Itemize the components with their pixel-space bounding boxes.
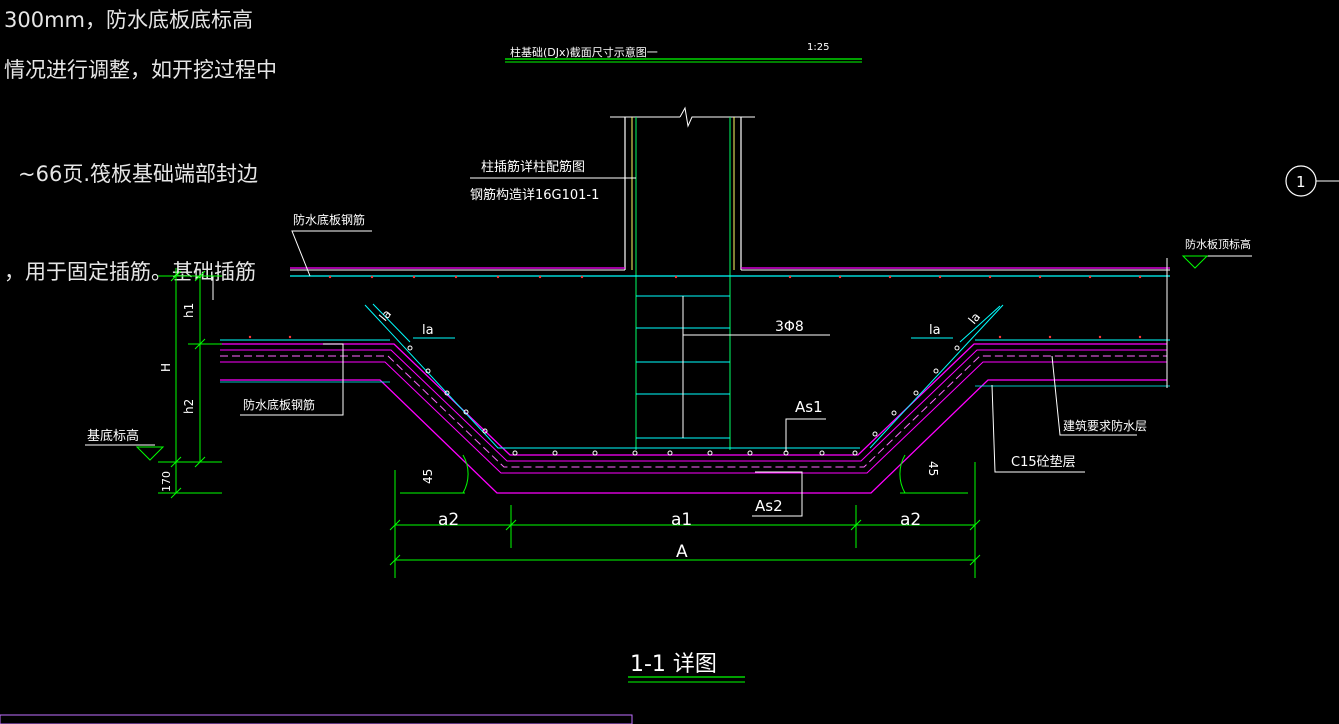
dim-170: 170 — [160, 471, 173, 492]
la-left-label: la — [422, 323, 434, 338]
leader-lines — [85, 177, 1252, 517]
raft-slab — [220, 267, 1170, 341]
axis-bubble-number: 1 — [1296, 173, 1306, 191]
raft-top-elevation-label: 防水板顶标高 — [1185, 237, 1251, 251]
raft-rebar-left-label: 防水底板钢筋 — [243, 397, 315, 412]
as2-label: As2 — [755, 497, 783, 515]
base-elevation-label: 基底标高 — [87, 428, 139, 444]
dim-a2-right: a2 — [900, 510, 921, 530]
waterproof-label: 建筑要求防水层 — [1063, 418, 1147, 433]
la-right-label: la — [929, 323, 941, 338]
dim-a1: a1 — [671, 510, 692, 530]
raft-rebar-top-label: 防水底板钢筋 — [293, 212, 365, 227]
angle-left-label: 45 — [421, 469, 435, 484]
dim-h1: h1 — [182, 303, 196, 318]
dim-a2-left: a2 — [438, 510, 459, 530]
cushion-label: C15砼垫层 — [1011, 454, 1076, 470]
angle-right-label: 45 — [926, 461, 940, 476]
foundation-section-drawing: 柱基础(DJx)截面尺寸示意图一 1:25 1 柱插筋详柱配筋图 钢筋构造详16… — [0, 42, 1339, 724]
column-note-1: 柱插筋详柱配筋图 — [481, 159, 585, 175]
as1-label: As1 — [795, 398, 823, 416]
layout-tab-strip[interactable] — [0, 714, 633, 724]
column — [290, 106, 1170, 450]
la-lines — [372, 303, 1001, 343]
la-left-diag-label: la — [377, 307, 395, 324]
elevation-mark-right — [1181, 255, 1209, 269]
la-right-diag-label: la — [966, 310, 984, 327]
stirrup-label: 3Φ8 — [775, 319, 804, 335]
dimensions — [158, 268, 981, 578]
header-title: 柱基础(DJx)截面尺寸示意图一 — [510, 45, 658, 59]
dim-h2: h2 — [182, 399, 196, 414]
column-note-2: 钢筋构造详16G101-1 — [470, 187, 599, 203]
dim-A: A — [676, 542, 688, 562]
footer-title: 1-1 详图 — [630, 652, 717, 677]
elevation-mark-left — [135, 446, 165, 461]
header-scale: 1:25 — [807, 42, 829, 53]
dim-H: H — [159, 363, 173, 372]
